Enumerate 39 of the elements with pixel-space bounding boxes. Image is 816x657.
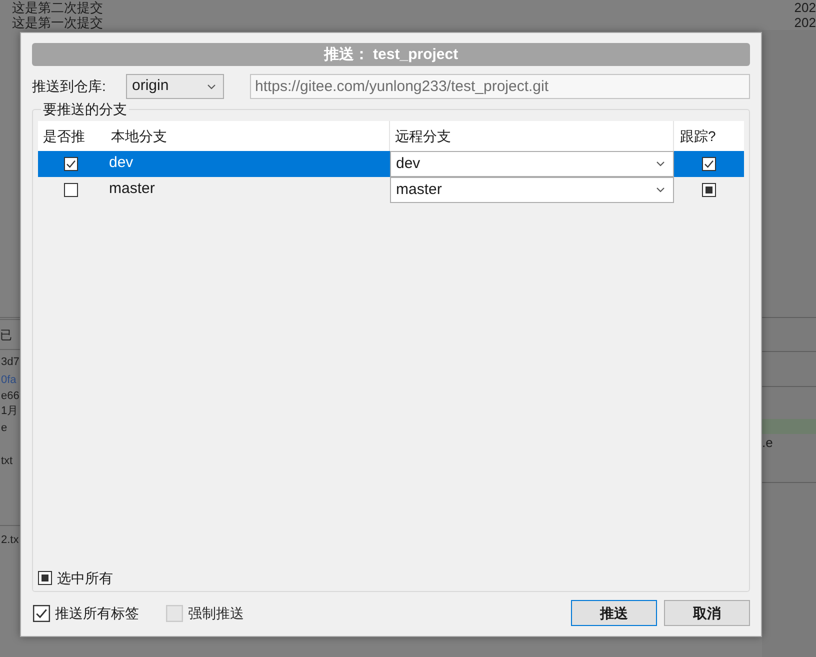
select-all-label: 选中所有 bbox=[57, 570, 113, 586]
commit-message: 这是第二次提交 bbox=[12, 0, 103, 15]
panel-header: 已 bbox=[0, 328, 12, 342]
chevron-down-icon bbox=[656, 161, 665, 167]
push-checkbox[interactable] bbox=[64, 183, 78, 197]
track-checkbox[interactable] bbox=[702, 157, 716, 171]
panel-text: e66 bbox=[0, 389, 20, 403]
checkbox-label: 推送所有标签 bbox=[55, 605, 139, 621]
file-name: .e bbox=[762, 434, 773, 450]
branch-name: dev bbox=[109, 153, 134, 173]
remote-branch-dropdown[interactable]: master bbox=[390, 177, 674, 203]
url-field[interactable]: https://gitee.com/yunlong233/test_project.git bbox=[250, 74, 750, 99]
cancel-button[interactable]: 取消 bbox=[664, 600, 750, 626]
commit-message: 这是第一次提交 bbox=[12, 15, 103, 30]
panel-text: txt bbox=[0, 454, 13, 468]
repository-dropdown[interactable]: origin bbox=[126, 74, 224, 99]
table-row[interactable]: dev dev bbox=[38, 151, 744, 177]
highlighted-row bbox=[762, 419, 816, 434]
group-title: 要推送的分支 bbox=[42, 101, 128, 117]
commit-date: 202 bbox=[794, 15, 816, 30]
panel-text: e bbox=[0, 421, 8, 435]
track-checkbox[interactable] bbox=[702, 183, 716, 197]
repository-label: 推送到仓库: bbox=[32, 77, 107, 96]
chevron-down-icon bbox=[207, 84, 216, 90]
column-header: 是否推 bbox=[42, 127, 86, 146]
push-button[interactable]: 推送 bbox=[571, 600, 657, 626]
select-all-checkbox[interactable] bbox=[38, 571, 52, 585]
branch-name: master bbox=[109, 179, 155, 199]
column-header: 跟踪? bbox=[679, 127, 717, 146]
remote-branch-dropdown[interactable]: dev bbox=[390, 151, 674, 177]
panel-text: 1月 bbox=[0, 404, 18, 418]
push-checkbox[interactable] bbox=[64, 157, 78, 171]
chevron-down-icon bbox=[656, 187, 665, 193]
checkbox[interactable] bbox=[33, 604, 50, 622]
panel-text: 3d7 bbox=[0, 355, 20, 369]
commit-date: 202 bbox=[794, 0, 816, 15]
dialog-title: 推送： test_project bbox=[32, 43, 750, 66]
checkbox-label: 强制推送 bbox=[188, 605, 244, 621]
file-name: 2.tx bbox=[0, 533, 19, 547]
